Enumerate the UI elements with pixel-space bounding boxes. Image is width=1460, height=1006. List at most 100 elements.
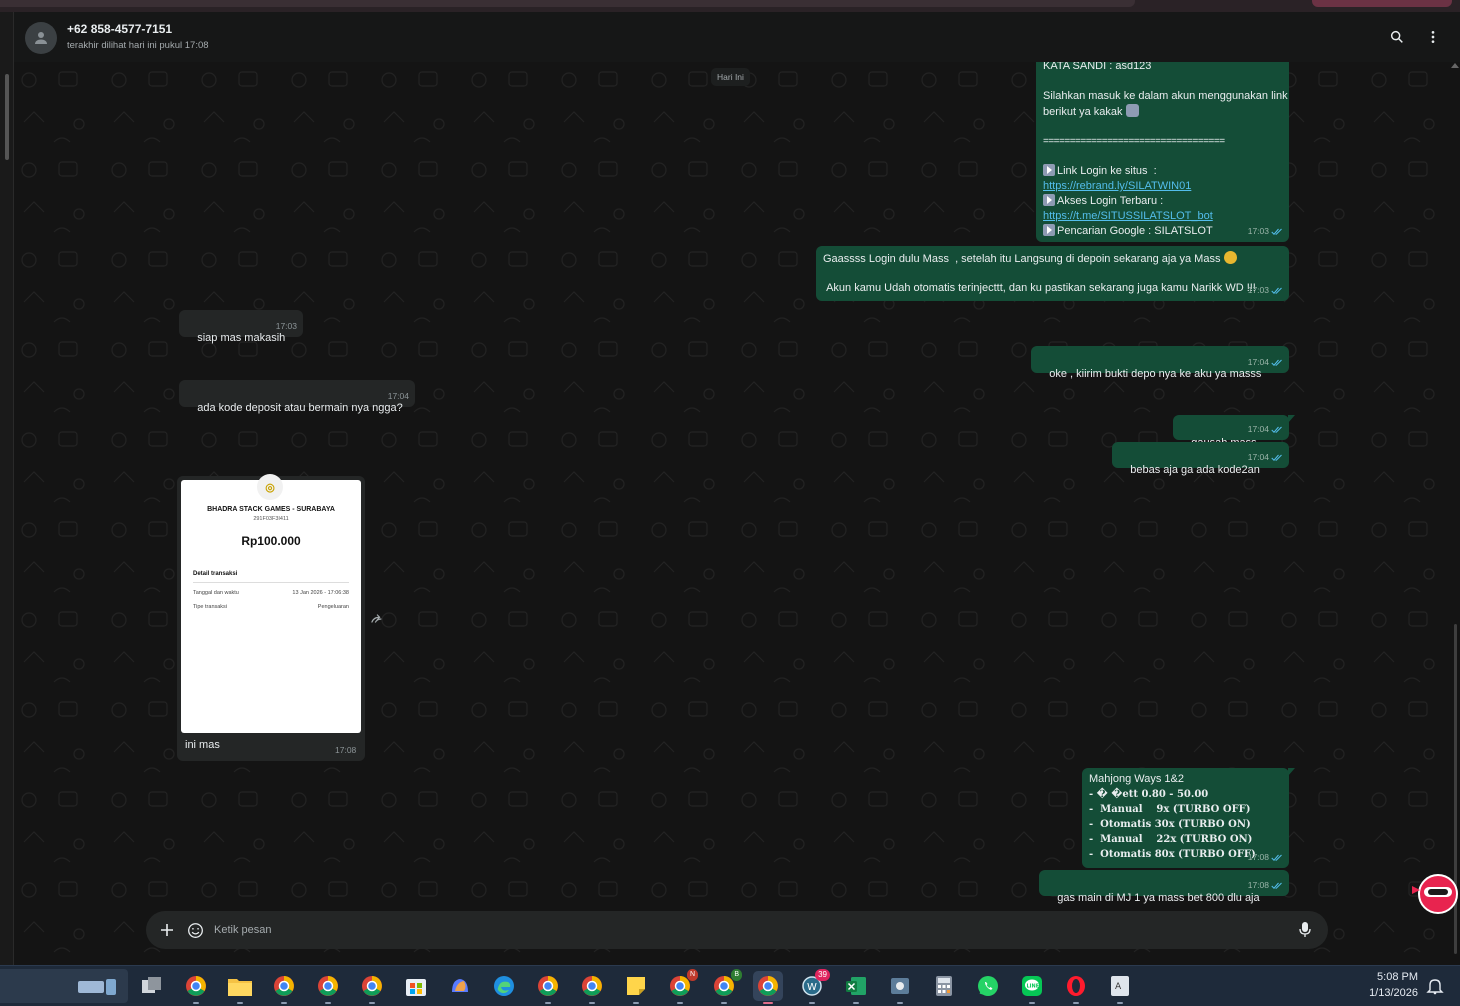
sticker-icon (187, 922, 203, 938)
receipt-detail-title: Detail transaksi (193, 571, 238, 577)
double-check-icon (1271, 228, 1282, 235)
taskbar-snipping-tool[interactable] (885, 971, 915, 1004)
taskbar-microsoft-store[interactable] (401, 971, 431, 1001)
message-line: Akses Login Terbaru : (1043, 194, 1163, 209)
message-bubble-outgoing[interactable]: Gaassss Login dulu Mass , setelah itu La… (816, 246, 1289, 301)
message-composer (146, 911, 1328, 949)
browser-tab-strip (0, 0, 1135, 7)
double-check-icon (1271, 882, 1282, 889)
emoji-button[interactable] (186, 921, 204, 939)
message-line: - Otomatis 30x (TURBO ON) (1089, 819, 1251, 830)
edge-icon (494, 976, 514, 996)
taskbar-copilot[interactable] (445, 971, 475, 1001)
notification-bell-icon[interactable] (1426, 977, 1444, 995)
avatar[interactable] (25, 22, 57, 54)
message-bubble-incoming[interactable]: siap mas makasih 17:03 (179, 310, 303, 344)
taskbar-line[interactable]: LINE (1017, 971, 1047, 1004)
message-divider-text: ================================== (1043, 136, 1225, 147)
message-text: ada kode deposit atau bermain nya ngga? (197, 402, 403, 414)
message-input[interactable] (214, 920, 1274, 940)
taskbar-opera[interactable] (1061, 971, 1091, 1004)
message-line: KATA SANDI : asd123 (1043, 62, 1152, 72)
taskbar-chrome-profile-4[interactable] (357, 971, 387, 1004)
taskbar-chrome-profile-5[interactable] (533, 971, 563, 1004)
double-check-icon (1271, 854, 1282, 861)
contact-last-seen: terakhir dilihat hari ini pukul 17:08 (67, 40, 209, 51)
chrome-icon (186, 976, 206, 996)
message-line: Pencarian Google : SILATSLOT (1043, 224, 1213, 239)
taskbar-clock[interactable]: 5:08 PM 1/13/2026 (1356, 969, 1418, 1001)
taskbar-chrome-profile-2[interactable] (269, 971, 299, 1004)
voice-message-button[interactable] (1296, 921, 1314, 939)
taskbar-chrome-active[interactable] (753, 971, 783, 1004)
message-bubble-outgoing[interactable]: oke , kiirim bukti depo nya ke aku ya ma… (1031, 346, 1289, 380)
left-panel-edge (0, 12, 14, 965)
browser-top-strip (0, 0, 1460, 12)
taskbar-chrome-profile-b[interactable]: B (709, 969, 742, 1004)
message-meta: 17:03 (275, 321, 297, 331)
chrome-icon (758, 976, 778, 996)
taskbar-sticky-notes[interactable] (621, 971, 651, 1004)
store-icon (406, 979, 426, 996)
taskbar-whatsapp-web[interactable]: W 39 (797, 969, 830, 1004)
message-meta: 17:04 (1248, 355, 1283, 370)
message-meta: 17:04 (1248, 450, 1283, 465)
search-button[interactable] (1386, 26, 1408, 48)
taskbar-chrome[interactable] (181, 971, 211, 1004)
message-bubble-outgoing[interactable]: gausah mass 17:04 (1173, 415, 1295, 449)
taskbar-text-editor[interactable]: A (1105, 971, 1135, 1004)
message-line: - � �ett 0.80 - 50.00 (1089, 789, 1209, 800)
taskbar-search[interactable] (0, 969, 128, 1003)
message-line: Akun kamu Udah otomatis terinjecttt, dan… (823, 282, 1256, 294)
chat-scrollbar[interactable] (1450, 62, 1460, 965)
message-bubble-outgoing[interactable]: gas main di MJ 1 ya mass bet 800 dlu aja… (1039, 870, 1289, 904)
profile-badge: N (686, 969, 698, 981)
scroll-up-arrow-icon[interactable] (1451, 63, 1459, 68)
menu-button[interactable] (1422, 26, 1444, 48)
plus-icon (161, 924, 173, 936)
image-caption: ini mas (185, 739, 220, 751)
windows-taskbar: N B W 39 LINE A 5:08 PM 1/13/2026 (0, 965, 1460, 1006)
message-bubble-outgoing[interactable]: Mahjong Ways 1&2 - � �ett 0.80 - 50.00 -… (1082, 768, 1295, 868)
browser-tab-active[interactable] (1312, 0, 1452, 7)
link-telegram-bot[interactable]: https://t.me/SITUSSILATSLOT_bot (1043, 209, 1213, 224)
left-scrollbar-thumb[interactable] (5, 74, 9, 160)
floating-bot-icon[interactable] (1410, 872, 1460, 916)
receipt-row: Tanggal dan waktu 13 Jan 2026 - 17:06:38 (193, 590, 349, 596)
taskbar-whatsapp[interactable] (973, 971, 1003, 1001)
play-emoji-icon (1043, 224, 1055, 236)
taskbar-calculator[interactable] (929, 971, 959, 1001)
link-login-situs[interactable]: https://rebrand.ly/SILATWIN01 (1043, 179, 1191, 194)
message-text: siap mas makasih (197, 332, 286, 344)
message-meta: 17:04 (1248, 422, 1283, 437)
message-bubble-outgoing[interactable]: KATA SANDI : asd123 Silahkan masuk ke da… (1036, 62, 1289, 242)
contact-name[interactable]: +62 858-4577-7151 (67, 22, 172, 36)
notepad-icon: A (1111, 976, 1129, 996)
attach-button[interactable] (158, 921, 176, 939)
taskbar-chrome-profile-6[interactable] (577, 971, 607, 1004)
message-text: gas main di MJ 1 ya mass bet 800 dlu aja (1057, 892, 1260, 904)
taskbar-task-view[interactable] (137, 971, 167, 1001)
message-bubble-outgoing[interactable]: bebas aja ga ada kode2an 17:04 (1112, 442, 1289, 476)
message-bubble-incoming[interactable]: ada kode deposit atau bermain nya ngga? … (179, 380, 415, 414)
taskbar-excel[interactable] (841, 971, 871, 1004)
message-line: Link Login ke situs : (1043, 164, 1157, 179)
whatsapp-icon (978, 976, 998, 996)
receipt-image[interactable]: ◎ BHADRA STACK GAMES - SURABAYA 291F03F3… (181, 474, 361, 733)
message-meta: 17:03 (1248, 224, 1283, 239)
taskbar-chrome-profile-n[interactable]: N (665, 969, 698, 1004)
message-meta: 17:08 (1248, 850, 1283, 865)
forward-button[interactable] (368, 610, 386, 628)
chrome-icon (362, 976, 382, 996)
taskbar-edge[interactable] (489, 971, 519, 1001)
task-view-icon (142, 977, 161, 993)
excel-icon (846, 977, 866, 995)
message-text: oke , kiirim bukti depo nya ke aku ya ma… (1049, 368, 1262, 380)
down-arrow-emoji-icon (1125, 104, 1139, 117)
taskbar-chrome-profile-3[interactable] (313, 971, 343, 1004)
taskbar-file-explorer[interactable] (225, 971, 255, 1004)
opera-icon (1067, 976, 1085, 996)
svg-text:W: W (807, 982, 817, 993)
star-struck-emoji-icon (1223, 251, 1237, 264)
microphone-icon (1299, 922, 1311, 937)
